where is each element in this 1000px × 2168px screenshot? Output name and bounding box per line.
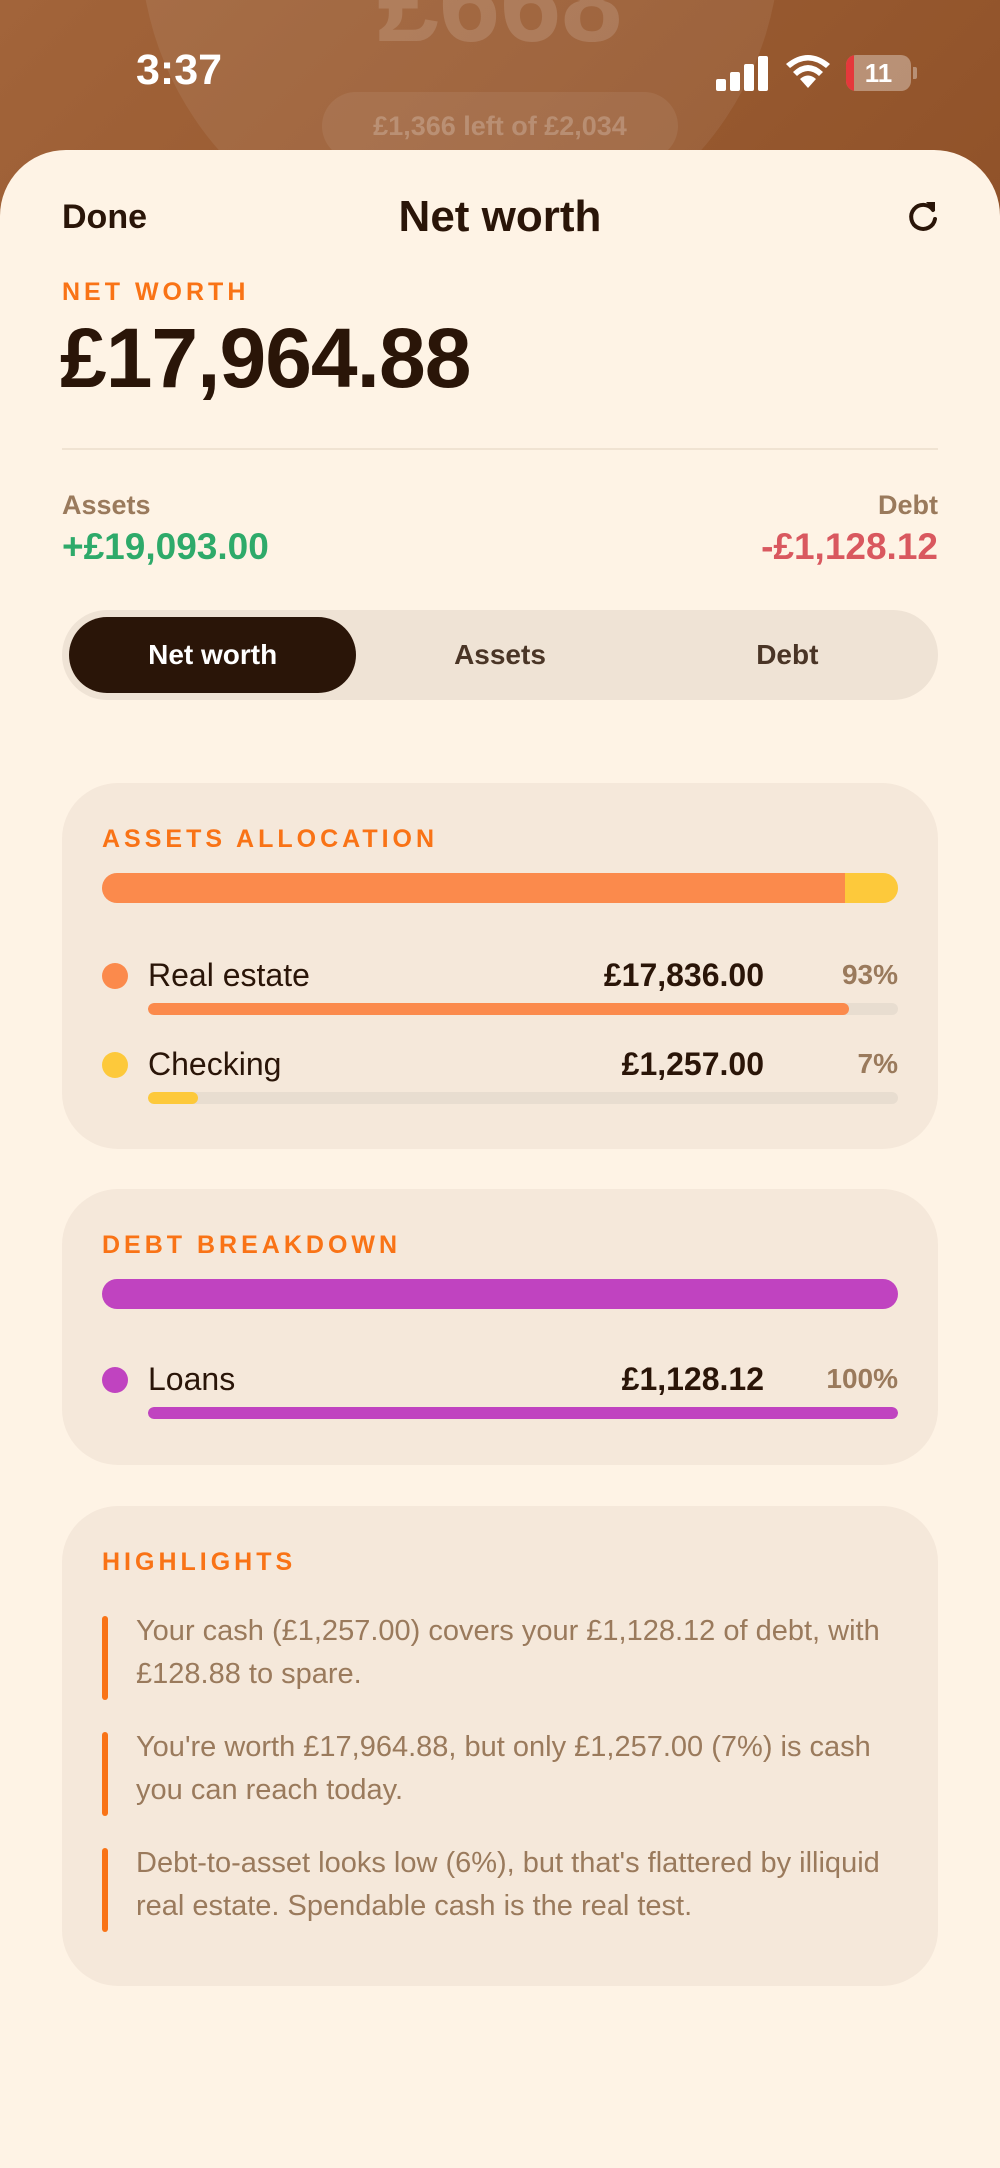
- net-worth-label: NET WORTH: [62, 278, 250, 306]
- nav-bar: Done Net worth: [0, 150, 1000, 290]
- debt-stacked-bar: [102, 1279, 898, 1309]
- assets-allocation-title: ASSETS ALLOCATION: [102, 825, 439, 853]
- asset-percent: 7%: [857, 1048, 898, 1079]
- net-worth-sheet: Done Net worth NET WORTH £17,964.88 Asse…: [0, 150, 1000, 2168]
- stack-segment: [102, 873, 846, 903]
- page-title: Net worth: [398, 192, 602, 241]
- asset-name: Checking: [148, 1046, 282, 1082]
- highlight-text: Debt-to-asset looks low (6%), but that's…: [136, 1847, 880, 1922]
- assets-value: +£19,093.00: [62, 526, 269, 567]
- highlight-item: Debt-to-asset looks low (6%), but that's…: [102, 1842, 898, 1932]
- debt-progress-track: [148, 1407, 898, 1419]
- asset-progress-bar: [148, 1003, 849, 1015]
- battery-level: 11: [864, 57, 893, 88]
- asset-name: Real estate: [148, 957, 310, 993]
- assets-stacked-bar: [102, 873, 898, 903]
- asset-amount: £1,257.00: [621, 1046, 764, 1082]
- stack-segment: [845, 873, 898, 903]
- stack-segment: [102, 1279, 898, 1309]
- assets-label: Assets: [62, 490, 151, 520]
- real-estate-color-dot: [102, 963, 128, 989]
- refresh-icon[interactable]: [904, 198, 942, 236]
- loans-color-dot: [102, 1367, 128, 1393]
- highlight-text: You're worth £17,964.88, but only £1,257…: [136, 1731, 871, 1806]
- asset-row-checking[interactable]: Checking £1,257.00 7%: [102, 1042, 898, 1122]
- status-bar: 3:37 11: [0, 0, 1000, 150]
- debt-amount: £1,128.12: [621, 1361, 764, 1397]
- battery-tip: [913, 67, 917, 79]
- battery-icon: 11: [846, 55, 911, 91]
- highlight-item: You're worth £17,964.88, but only £1,257…: [102, 1726, 898, 1816]
- highlight-accent-bar: [102, 1848, 108, 1932]
- wifi-icon: [786, 55, 830, 88]
- assets-allocation-card: ASSETS ALLOCATION Real estate £17,836.00…: [62, 783, 938, 1149]
- asset-percent: 93%: [841, 959, 898, 990]
- status-time: 3:37: [136, 46, 223, 94]
- segment-debt[interactable]: Debt: [644, 617, 931, 693]
- highlight-item: Your cash (£1,257.00) covers your £1,128…: [102, 1610, 898, 1700]
- highlights-title: HIGHLIGHTS: [102, 1548, 297, 1576]
- asset-progress-bar: [148, 1092, 198, 1104]
- debt-name: Loans: [148, 1361, 236, 1397]
- asset-progress-track: [148, 1003, 898, 1015]
- signal-icon: [716, 55, 770, 91]
- debt-progress-bar: [148, 1407, 898, 1419]
- segment-assets[interactable]: Assets: [356, 617, 643, 693]
- checking-color-dot: [102, 1052, 128, 1078]
- divider: [62, 448, 938, 450]
- highlight-text: Your cash (£1,257.00) covers your £1,128…: [136, 1615, 880, 1690]
- debt-label: Debt: [878, 490, 938, 520]
- highlight-accent-bar: [102, 1616, 108, 1700]
- debt-breakdown-title: DEBT BREAKDOWN: [102, 1231, 402, 1259]
- highlights-card: HIGHLIGHTS Your cash (£1,257.00) covers …: [62, 1506, 938, 1986]
- view-segmented-control: Net worth Assets Debt: [62, 610, 938, 700]
- net-worth-value: £17,964.88: [60, 311, 471, 405]
- segment-net-worth[interactable]: Net worth: [69, 617, 357, 693]
- debt-row-loans[interactable]: Loans £1,128.12 100%: [102, 1357, 898, 1437]
- highlight-accent-bar: [102, 1732, 108, 1816]
- debt-breakdown-card: DEBT BREAKDOWN Loans £1,128.12 100%: [62, 1189, 938, 1465]
- asset-progress-track: [148, 1092, 898, 1104]
- asset-row-real-estate[interactable]: Real estate £17,836.00 93%: [102, 953, 898, 1033]
- debt-percent: 100%: [826, 1363, 898, 1394]
- debt-value: -£1,128.12: [761, 526, 938, 567]
- asset-amount: £17,836.00: [603, 957, 764, 993]
